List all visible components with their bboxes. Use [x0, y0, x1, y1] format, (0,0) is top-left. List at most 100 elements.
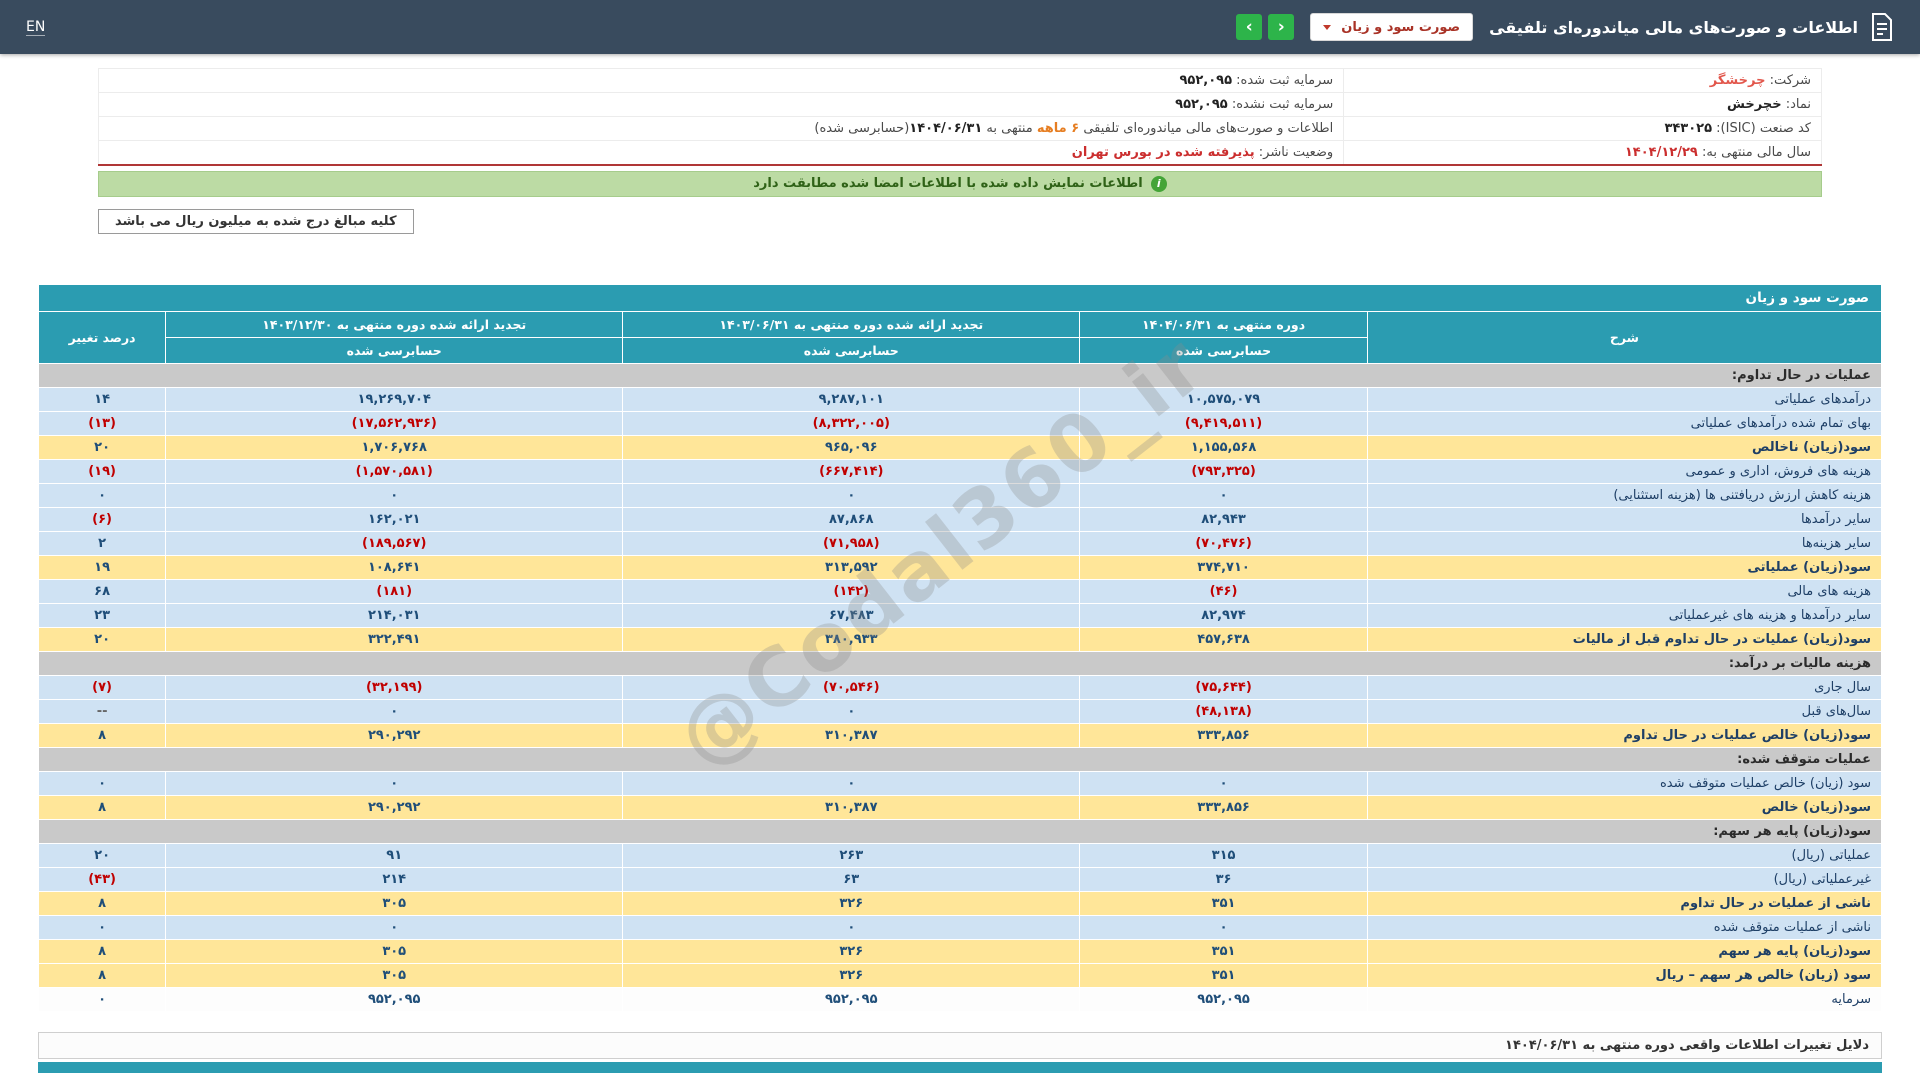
field-value: چرخشگر	[1710, 73, 1766, 88]
company-info-cell-left: اطلاعات و صورت‌های مالی میاندوره‌ای تلفی…	[99, 117, 1344, 141]
section-label: هزینه مالیات بر درآمد:	[39, 651, 1882, 675]
field-label: اطلاعات و صورت‌های مالی میاندوره‌ای تلفی…	[1079, 121, 1333, 136]
value-cell: ۳۰۵	[166, 963, 623, 987]
field-value: ۹۵۲,۰۹۵	[1179, 73, 1232, 88]
change-percent-cell: ۸	[39, 963, 166, 987]
value-cell: ۱۹,۲۶۹,۷۰۴	[166, 387, 623, 411]
change-percent-cell: ۰	[39, 483, 166, 507]
row-label: درآمدهای عملیاتی	[1367, 387, 1881, 411]
value-cell: ۱۰۸,۶۴۱	[166, 555, 623, 579]
value-cell: ۳۶	[1080, 867, 1368, 891]
value-cell: ۲۹۰,۲۹۲	[166, 723, 623, 747]
notice-text: اطلاعات نمایش داده شده با اطلاعات امضا ش…	[753, 176, 1143, 191]
statement-row: سود (زیان) خالص عملیات متوقف شده۰۰۰۰	[39, 771, 1882, 795]
value-cell: (۴۶)	[1080, 579, 1368, 603]
statement-row: سال جاری(۷۵,۶۴۴)(۷۰,۵۴۶)(۳۲,۱۹۹)(۷)	[39, 675, 1882, 699]
value-cell: ۹۵۲,۰۹۵	[623, 987, 1080, 1011]
row-label: سایر هزینه‌ها	[1367, 531, 1881, 555]
row-label: غیرعملیاتی (ریال)	[1367, 867, 1881, 891]
field-value: پذیرفته شده در بورس تهران	[1072, 145, 1255, 160]
row-label: سود(زیان) عملیاتی	[1367, 555, 1881, 579]
row-label: سود(زیان) خالص عملیات در حال تداوم	[1367, 723, 1881, 747]
statement-header-row: شرح دوره منتهی به ۱۴۰۴/۰۶/۳۱ تجدید ارائه…	[39, 311, 1882, 337]
field-label: وضعیت ناشر:	[1255, 145, 1334, 160]
value-cell: ۳۰۵	[166, 891, 623, 915]
company-info-cell-left: وضعیت ناشر: پذیرفته شده در بورس تهران	[99, 141, 1344, 165]
field-value: ۱۴۰۴/۰۶/۳۱	[909, 121, 982, 136]
value-cell: ۲۱۴	[166, 867, 623, 891]
top-bar: اطلاعات و صورت‌های مالی میاندوره‌ای تلفی…	[0, 0, 1920, 54]
value-cell: (۷۰,۴۷۶)	[1080, 531, 1368, 555]
field-value: خچرخش	[1727, 97, 1782, 112]
change-percent-cell: --	[39, 699, 166, 723]
next-report-button[interactable]: ›	[1236, 14, 1262, 40]
row-label: بهای تمام شده درآمدهای عملیاتی	[1367, 411, 1881, 435]
change-percent-cell: ۲۰	[39, 435, 166, 459]
value-cell: ۹۵۲,۰۹۵	[1080, 987, 1368, 1011]
field-value: ۳۴۳۰۲۵	[1664, 121, 1712, 136]
statement-section-row: عملیات متوقف شده:	[39, 747, 1882, 771]
statement-row: هزینه های مالی(۴۶)(۱۴۲)(۱۸۱)۶۸	[39, 579, 1882, 603]
report-type-value: صورت سود و زیان	[1341, 20, 1460, 35]
value-cell: (۸,۳۲۲,۰۰۵)	[623, 411, 1080, 435]
company-info-cell-right: کد صنعت (ISIC): ۳۴۳۰۲۵	[1344, 117, 1822, 141]
value-cell: ۰	[1080, 915, 1368, 939]
field-label: سال مالی منتهی به:	[1698, 145, 1811, 160]
field-label: منتهی به	[982, 121, 1037, 136]
change-percent-cell: ۲۰	[39, 627, 166, 651]
field-label: سرمایه ثبت شده:	[1232, 73, 1333, 88]
change-percent-cell: (۴۳)	[39, 867, 166, 891]
row-label: سایر درآمدها	[1367, 507, 1881, 531]
row-label: سود(زیان) خالص	[1367, 795, 1881, 819]
value-cell: ۳۳۳,۸۵۶	[1080, 795, 1368, 819]
field-label: شرکت:	[1765, 73, 1811, 88]
page-title: اطلاعات و صورت‌های مالی میاندوره‌ای تلفی…	[1489, 18, 1858, 37]
value-cell: (۱۷,۵۶۲,۹۳۶)	[166, 411, 623, 435]
value-cell: ۳۷۴,۷۱۰	[1080, 555, 1368, 579]
field-value: ۶ ماهه	[1037, 121, 1079, 136]
value-cell: ۰	[623, 483, 1080, 507]
row-label: هزینه های فروش، اداری و عمومی	[1367, 459, 1881, 483]
statement-row: سایر درآمدها۸۲,۹۴۳۸۷,۸۶۸۱۶۲,۰۲۱(۶)	[39, 507, 1882, 531]
value-cell: ۳۰۵	[166, 939, 623, 963]
value-cell: ۱,۱۵۵,۵۶۸	[1080, 435, 1368, 459]
value-cell: ۹۶۵,۰۹۶	[623, 435, 1080, 459]
value-cell: ۴۵۷,۶۳۸	[1080, 627, 1368, 651]
statement-title-row: صورت سود و زیان	[39, 284, 1882, 311]
value-cell: (۴۸,۱۳۸)	[1080, 699, 1368, 723]
statement-row: غیرعملیاتی (ریال)۳۶۶۳۲۱۴(۴۳)	[39, 867, 1882, 891]
value-cell: ۳۵۱	[1080, 939, 1368, 963]
value-cell: ۰	[166, 771, 623, 795]
field-label: نماد:	[1782, 97, 1811, 112]
value-cell: (۱۸۱)	[166, 579, 623, 603]
value-cell: ۹,۲۸۷,۱۰۱	[623, 387, 1080, 411]
value-cell: ۹۱	[166, 843, 623, 867]
company-info-cell-right: سال مالی منتهی به: ۱۴۰۴/۱۲/۲۹	[1344, 141, 1822, 165]
previous-report-button[interactable]: ‹	[1268, 14, 1294, 40]
value-cell: ۰	[623, 699, 1080, 723]
statement-body: عملیات در حال تداوم:درآمدهای عملیاتی۱۰,۵…	[39, 363, 1882, 1011]
value-cell: ۸۲,۹۷۴	[1080, 603, 1368, 627]
changes-reasons-title: دلایل تغییرات اطلاعات واقعی دوره منتهی ب…	[1505, 1038, 1869, 1053]
change-percent-cell: ۲۳	[39, 603, 166, 627]
statement-row: سود(زیان) عملیاتی۳۷۴,۷۱۰۳۱۳,۵۹۲۱۰۸,۶۴۱۱۹	[39, 555, 1882, 579]
value-cell: ۰	[166, 699, 623, 723]
value-cell: ۳۱۳,۵۹۲	[623, 555, 1080, 579]
info-icon: i	[1151, 176, 1167, 192]
language-toggle-en[interactable]: EN	[26, 19, 45, 36]
field-label: (حسابرسی شده)	[814, 121, 909, 136]
value-cell: (۷۰,۵۴۶)	[623, 675, 1080, 699]
value-cell: (۳۲,۱۹۹)	[166, 675, 623, 699]
change-percent-cell: ۰	[39, 915, 166, 939]
row-label: ناشی از عملیات متوقف شده	[1367, 915, 1881, 939]
statement-row: ناشی از عملیات در حال تداوم۳۵۱۳۲۶۳۰۵۸	[39, 891, 1882, 915]
audited-label: حسابرسی شده	[623, 337, 1080, 363]
income-statement-table: صورت سود و زیان شرح دوره منتهی به ۱۴۰۴/۰…	[38, 284, 1882, 1012]
row-label: سود (زیان) خالص عملیات متوقف شده	[1367, 771, 1881, 795]
report-type-dropdown[interactable]: صورت سود و زیان	[1310, 13, 1473, 41]
value-cell: (۹,۴۱۹,۵۱۱)	[1080, 411, 1368, 435]
company-info-cell-left: سرمایه ثبت نشده: ۹۵۲,۰۹۵	[99, 93, 1344, 117]
change-percent-cell: ۰	[39, 987, 166, 1011]
value-cell: (۱۸۹,۵۶۷)	[166, 531, 623, 555]
unit-note-text: کلیه مبالغ درج شده به میلیون ریال می باش…	[98, 209, 414, 234]
